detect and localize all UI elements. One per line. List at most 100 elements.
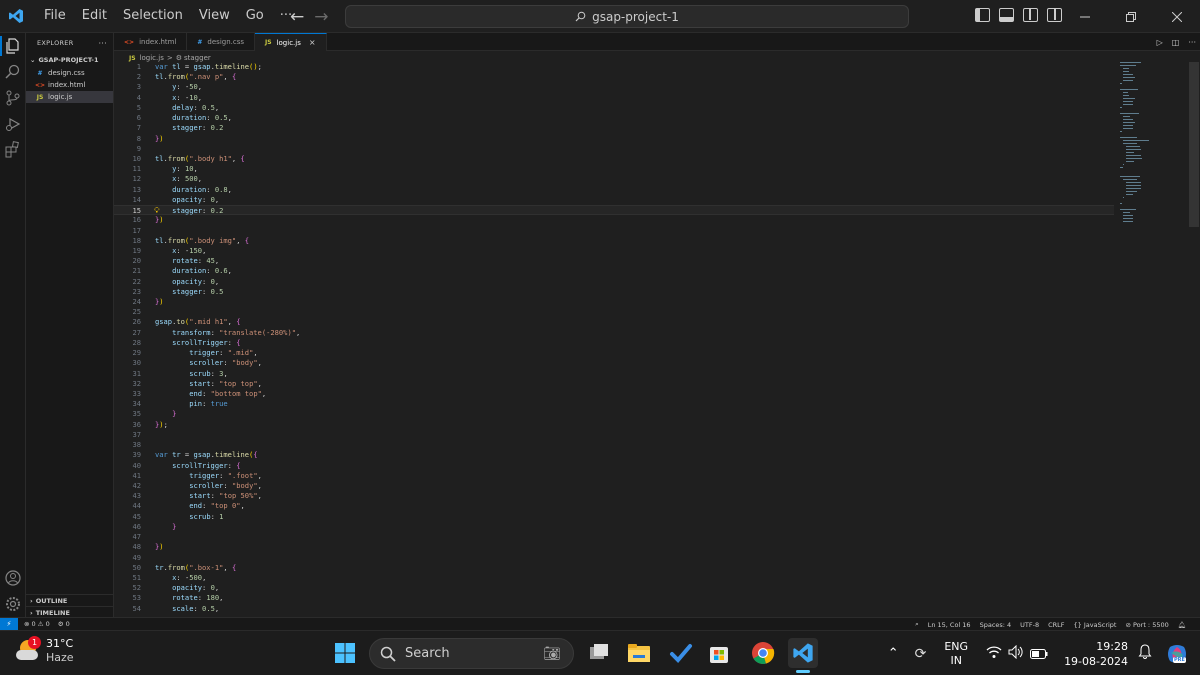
code-line[interactable]: 7 stagger: 0.2 (114, 123, 1114, 133)
code-line[interactable]: 30 scroller: "body", (114, 358, 1114, 368)
toggle-secondary-sidebar-icon[interactable] (1023, 8, 1038, 22)
taskbar-search[interactable]: Search 📷︎ (369, 638, 574, 669)
forward-arrow-icon[interactable]: → (314, 7, 328, 27)
code-line[interactable]: 32 start: "top top", (114, 379, 1114, 389)
code-line[interactable]: 35 } (114, 409, 1114, 419)
chevron-up-icon[interactable]: ⌃ (888, 646, 899, 661)
explorer-more-icon[interactable]: ··· (98, 39, 107, 48)
code-line[interactable]: 16}) (114, 215, 1114, 225)
code-line[interactable]: 37 (114, 430, 1114, 440)
split-editor-icon[interactable]: ◫ (1172, 38, 1180, 47)
code-line[interactable]: 48}) (114, 542, 1114, 552)
input-language[interactable]: ENG IN (944, 640, 968, 668)
ports-indicator[interactable]: ⚙ 0 (58, 620, 70, 628)
code-line[interactable]: 42 scroller: "body", (114, 481, 1114, 491)
minimap[interactable] (1120, 62, 1188, 232)
file-index-html[interactable]: <> index.html (26, 79, 113, 91)
code-line[interactable]: 39 var tr = gsap.timeline({ (114, 450, 1114, 460)
cursor-position[interactable]: Ln 15, Col 16 (928, 621, 971, 629)
code-line[interactable]: 4 x: -10, (114, 93, 1114, 103)
outline-section[interactable]: › OUTLINE (26, 594, 114, 606)
code-line[interactable]: 36}); (114, 420, 1114, 430)
file-explorer-icon[interactable] (624, 638, 654, 668)
close-icon[interactable] (1154, 0, 1200, 33)
breadcrumb-file[interactable]: logic.js (140, 54, 164, 62)
copilot-icon[interactable]: PRE (1166, 643, 1188, 665)
code-line[interactable]: 2 tl.from(".nav p", { (114, 72, 1114, 82)
tab-design-css[interactable]: # design.css (187, 33, 256, 51)
notifications-bell-icon[interactable]: 🔔︎ (1178, 621, 1186, 629)
menu-item[interactable]: Selection (115, 4, 191, 28)
code-line[interactable]: 15 💡︎ stagger: 0.2 (114, 205, 1114, 216)
remote-indicator-icon[interactable]: ⚡ (0, 617, 18, 631)
code-line[interactable]: 9 (114, 144, 1114, 154)
wifi-icon[interactable] (986, 644, 1002, 663)
code-line[interactable]: 46 } (114, 522, 1114, 532)
close-tab-icon[interactable]: × (309, 38, 316, 47)
code-line[interactable]: 43 start: "top 50%", (114, 491, 1114, 501)
battery-icon[interactable] (1030, 644, 1048, 663)
code-line[interactable]: 3 y: -50, (114, 82, 1114, 92)
code-line[interactable]: 50 tr.from(".box-1", { (114, 563, 1114, 573)
accounts-icon[interactable] (4, 569, 22, 587)
restore-icon[interactable] (1108, 0, 1154, 33)
todo-icon[interactable] (666, 638, 696, 668)
back-arrow-icon[interactable]: ← (290, 7, 304, 27)
extensions-icon[interactable] (4, 141, 22, 159)
code-line[interactable]: 47 (114, 532, 1114, 542)
code-line[interactable]: 27 transform: "translate(-280%)", (114, 328, 1114, 338)
code-line[interactable]: 41 trigger: ".foot", (114, 471, 1114, 481)
code-line[interactable]: 23 stagger: 0.5 (114, 287, 1114, 297)
code-line[interactable]: 34 pin: true (114, 399, 1114, 409)
toggle-primary-sidebar-icon[interactable] (975, 8, 990, 22)
code-line[interactable]: 45 scrub: 1 (114, 512, 1114, 522)
zoom-icon[interactable]: ⌕ (915, 620, 919, 629)
code-line[interactable]: 22 opacity: 0, (114, 277, 1114, 287)
code-line[interactable]: 17 (114, 226, 1114, 236)
code-line[interactable]: 6 duration: 0.5, (114, 113, 1114, 123)
code-line[interactable]: 33 end: "bottom top", (114, 389, 1114, 399)
microsoft-store-icon[interactable] (704, 638, 734, 668)
customize-layout-icon[interactable] (1047, 8, 1062, 22)
code-line[interactable]: 21 duration: 0.6, (114, 266, 1114, 276)
problems-indicator[interactable]: ⊗ 0 ⚠ 0 (24, 620, 50, 628)
code-line[interactable]: 12 x: 500, (114, 174, 1114, 184)
minimize-icon[interactable] (1062, 0, 1108, 33)
vscode-taskbar-icon[interactable] (788, 638, 818, 673)
tab-index-html[interactable]: <> index.html (114, 33, 188, 51)
code-line[interactable]: 52 opacity: 0, (114, 583, 1114, 593)
weather-widget[interactable]: 1 31°C Haze (14, 636, 74, 665)
code-line[interactable]: 24}) (114, 297, 1114, 307)
code-line[interactable]: 44 end: "top 0", (114, 501, 1114, 511)
code-line[interactable]: 11 y: 10, (114, 164, 1114, 174)
sync-icon[interactable]: ⟳ (915, 646, 927, 662)
code-line[interactable]: 18 tl.from(".body img", { (114, 236, 1114, 246)
code-editor[interactable]: 1 var tl = gsap.timeline(); 2 tl.from(".nav… (114, 62, 1114, 617)
file-logic-js[interactable]: JS logic.js (26, 91, 113, 103)
explorer-icon[interactable] (4, 37, 22, 55)
code-line[interactable]: 31 scrub: 3, (114, 369, 1114, 379)
editor-scrollbar[interactable] (1189, 62, 1199, 227)
run-icon[interactable]: ▷ (1157, 38, 1163, 47)
code-line[interactable]: 1 var tl = gsap.timeline(); (114, 62, 1114, 72)
code-line[interactable]: 29 trigger: ".mid", (114, 348, 1114, 358)
code-line[interactable]: 14 opacity: 0, (114, 195, 1114, 205)
volume-icon[interactable] (1008, 644, 1024, 663)
code-line[interactable]: 10 tl.from(".body h1", { (114, 154, 1114, 164)
menu-item[interactable]: Edit (74, 4, 115, 28)
menu-item[interactable]: File (36, 4, 74, 28)
code-line[interactable]: 40 scrollTrigger: { (114, 461, 1114, 471)
encoding[interactable]: UTF-8 (1020, 621, 1039, 629)
menu-item[interactable]: View (191, 4, 238, 28)
code-line[interactable]: 53 rotate: 180, (114, 593, 1114, 603)
code-line[interactable]: 38 (114, 440, 1114, 450)
code-line[interactable]: 51 x: -500, (114, 573, 1114, 583)
code-line[interactable]: 25 (114, 307, 1114, 317)
code-line[interactable]: 28 scrollTrigger: { (114, 338, 1114, 348)
project-folder[interactable]: ⌄ GSAP-PROJECT-1 (26, 53, 113, 67)
indentation[interactable]: Spaces: 4 (980, 621, 1012, 629)
end-of-line[interactable]: CRLF (1048, 621, 1064, 629)
settings-gear-icon[interactable] (4, 595, 22, 613)
more-actions-icon[interactable]: ··· (1188, 38, 1196, 47)
toggle-panel-icon[interactable] (999, 8, 1014, 22)
